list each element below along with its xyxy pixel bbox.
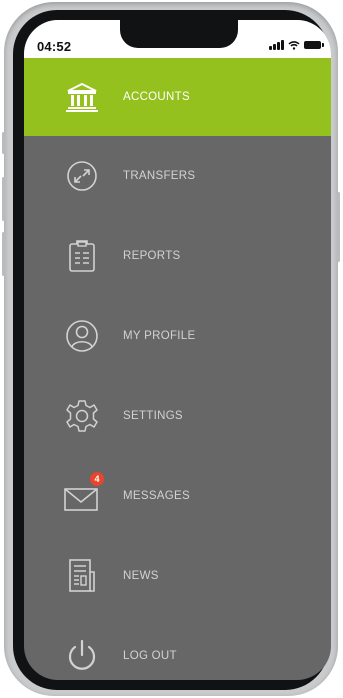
- menu-item-reports[interactable]: REPORTS: [24, 216, 331, 296]
- battery-icon: [304, 41, 324, 49]
- menu-item-label: MESSAGES: [123, 490, 190, 502]
- status-icons: [269, 40, 324, 50]
- menu-item-transfers[interactable]: TRANSFERS: [24, 136, 331, 216]
- menu-item-settings[interactable]: SETTINGS: [24, 376, 331, 456]
- menu-item-label: MY PROFILE: [123, 330, 196, 342]
- side-menu: ACCOUNTS TRANSFERS REPORTS MY PROFILE SE…: [24, 58, 331, 680]
- user-circle-icon: [60, 314, 104, 358]
- menu-item-label: REPORTS: [123, 250, 181, 262]
- side-button: [2, 132, 5, 154]
- side-button: [2, 177, 5, 221]
- clipboard-icon: [60, 234, 104, 278]
- menu-item-label: NEWS: [123, 570, 159, 582]
- gear-icon: [60, 394, 104, 438]
- status-time: 04:52: [37, 39, 72, 54]
- transfer-arrows-icon: [60, 154, 104, 198]
- menu-item-label: TRANSFERS: [123, 170, 196, 182]
- side-button: [337, 192, 340, 262]
- newspaper-icon: [60, 554, 104, 598]
- bank-icon: [60, 75, 104, 119]
- menu-item-accounts[interactable]: ACCOUNTS: [24, 58, 331, 136]
- menu-item-news[interactable]: NEWS: [24, 536, 331, 616]
- envelope-icon: 4: [60, 472, 104, 518]
- menu-item-label: LOG OUT: [123, 650, 177, 662]
- wifi-icon: [288, 41, 300, 50]
- status-bar: 04:52: [24, 20, 331, 58]
- phone-screen: 04:52 ACCOUNTS TRANSFERS REPORTS MY PROF…: [24, 20, 331, 680]
- menu-item-messages[interactable]: 4 MESSAGES: [24, 456, 331, 536]
- menu-item-label: SETTINGS: [123, 410, 183, 422]
- signal-bars-icon: [269, 40, 284, 50]
- notch: [120, 20, 238, 48]
- power-icon: [60, 634, 104, 678]
- side-button: [2, 232, 5, 276]
- menu-item-my-profile[interactable]: MY PROFILE: [24, 296, 331, 376]
- unread-badge: 4: [90, 472, 104, 486]
- menu-item-log-out[interactable]: LOG OUT: [24, 616, 331, 680]
- menu-item-label: ACCOUNTS: [123, 91, 190, 103]
